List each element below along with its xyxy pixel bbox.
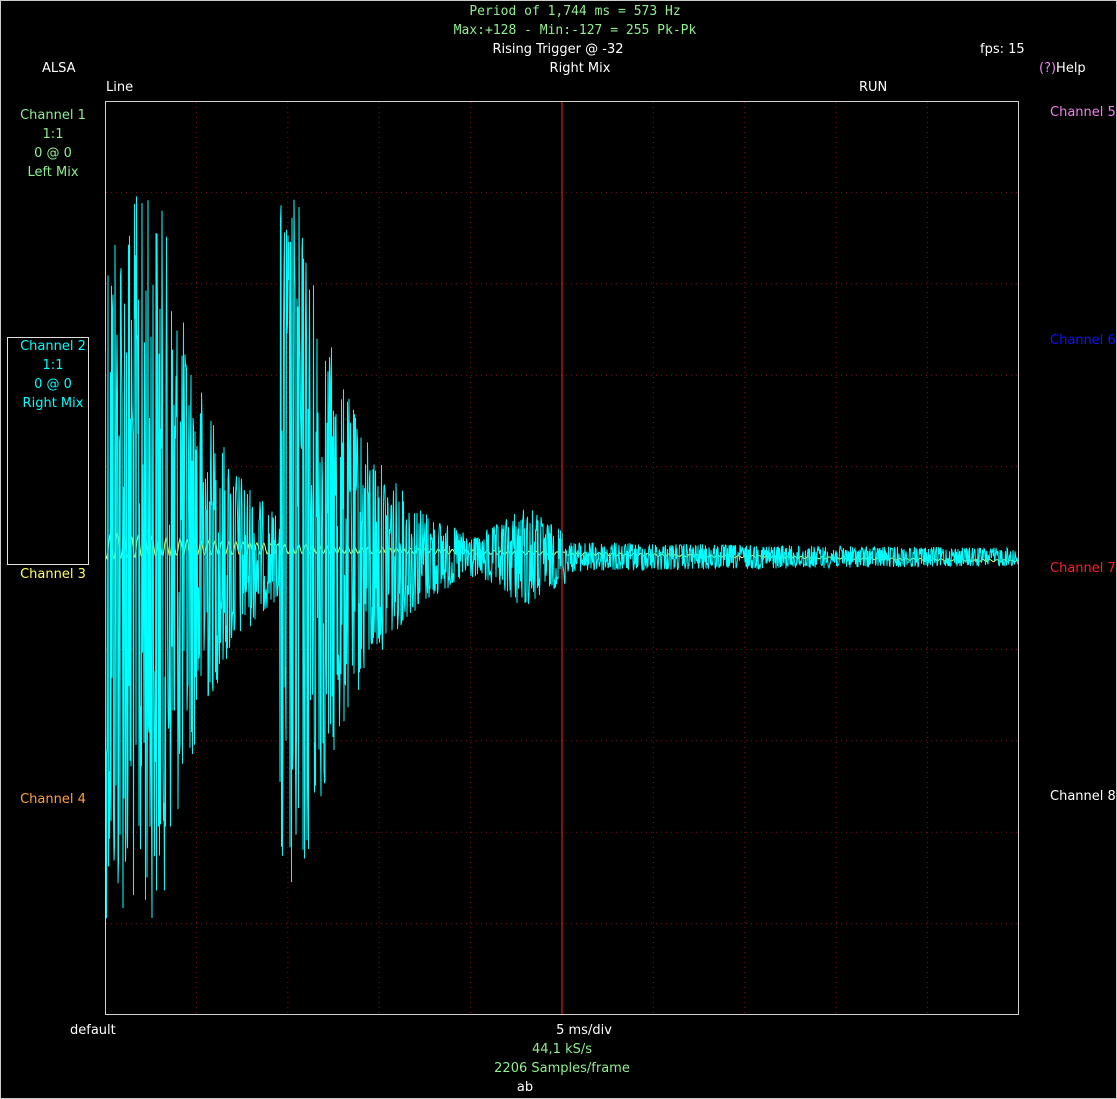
channel-2-offset: 0 @ 0 — [34, 377, 72, 392]
scope-display[interactable] — [105, 101, 1019, 1015]
device-button[interactable]: default — [70, 1023, 116, 1039]
channel-1-scale: 1:1 — [42, 127, 64, 142]
line-mode-button[interactable]: Line — [106, 80, 133, 96]
channel-3-label[interactable]: Channel 3 — [20, 567, 86, 583]
fps-readout: fps: 15 — [980, 42, 1025, 57]
channel-2-source: Right Mix — [22, 396, 84, 411]
timebase-button[interactable]: 5 ms/div — [556, 1023, 612, 1039]
channel-6-label[interactable]: Channel 6 — [1050, 333, 1116, 349]
channel-5-label[interactable]: Channel 5 — [1050, 105, 1116, 121]
maxmin-readout: Max:+128 - Min:-127 = 255 Pk-Pk — [453, 23, 697, 38]
sample-rate-readout[interactable]: 44,1 kS/s — [532, 1042, 592, 1058]
help-button[interactable]: (?)Help — [1039, 61, 1086, 77]
period-readout: Period of 1,744 ms = 573 Hz — [469, 4, 681, 19]
help-label: Help — [1056, 61, 1086, 76]
channel-1-label: Channel 1 — [20, 108, 86, 123]
channel-2-label: Channel 2 — [20, 339, 86, 354]
backend-button[interactable]: ALSA — [42, 61, 76, 77]
channel-1-offset: 0 @ 0 — [34, 146, 72, 161]
channel-8-label[interactable]: Channel 8 — [1050, 789, 1116, 805]
channel-4-label[interactable]: Channel 4 — [20, 792, 86, 808]
samples-frame-readout[interactable]: 2206 Samples/frame — [494, 1061, 630, 1077]
mode-button[interactable]: ab — [517, 1080, 533, 1096]
channel-2-scale: 1:1 — [42, 358, 64, 373]
help-icon: (?) — [1039, 61, 1057, 76]
trigger-button[interactable]: Rising Trigger @ -32 — [493, 42, 624, 58]
run-button[interactable]: RUN — [859, 80, 887, 96]
channel-1-source: Left Mix — [27, 165, 79, 180]
channel-7-label[interactable]: Channel 7 — [1050, 561, 1116, 577]
trigger-source-button[interactable]: Right Mix — [550, 61, 611, 77]
